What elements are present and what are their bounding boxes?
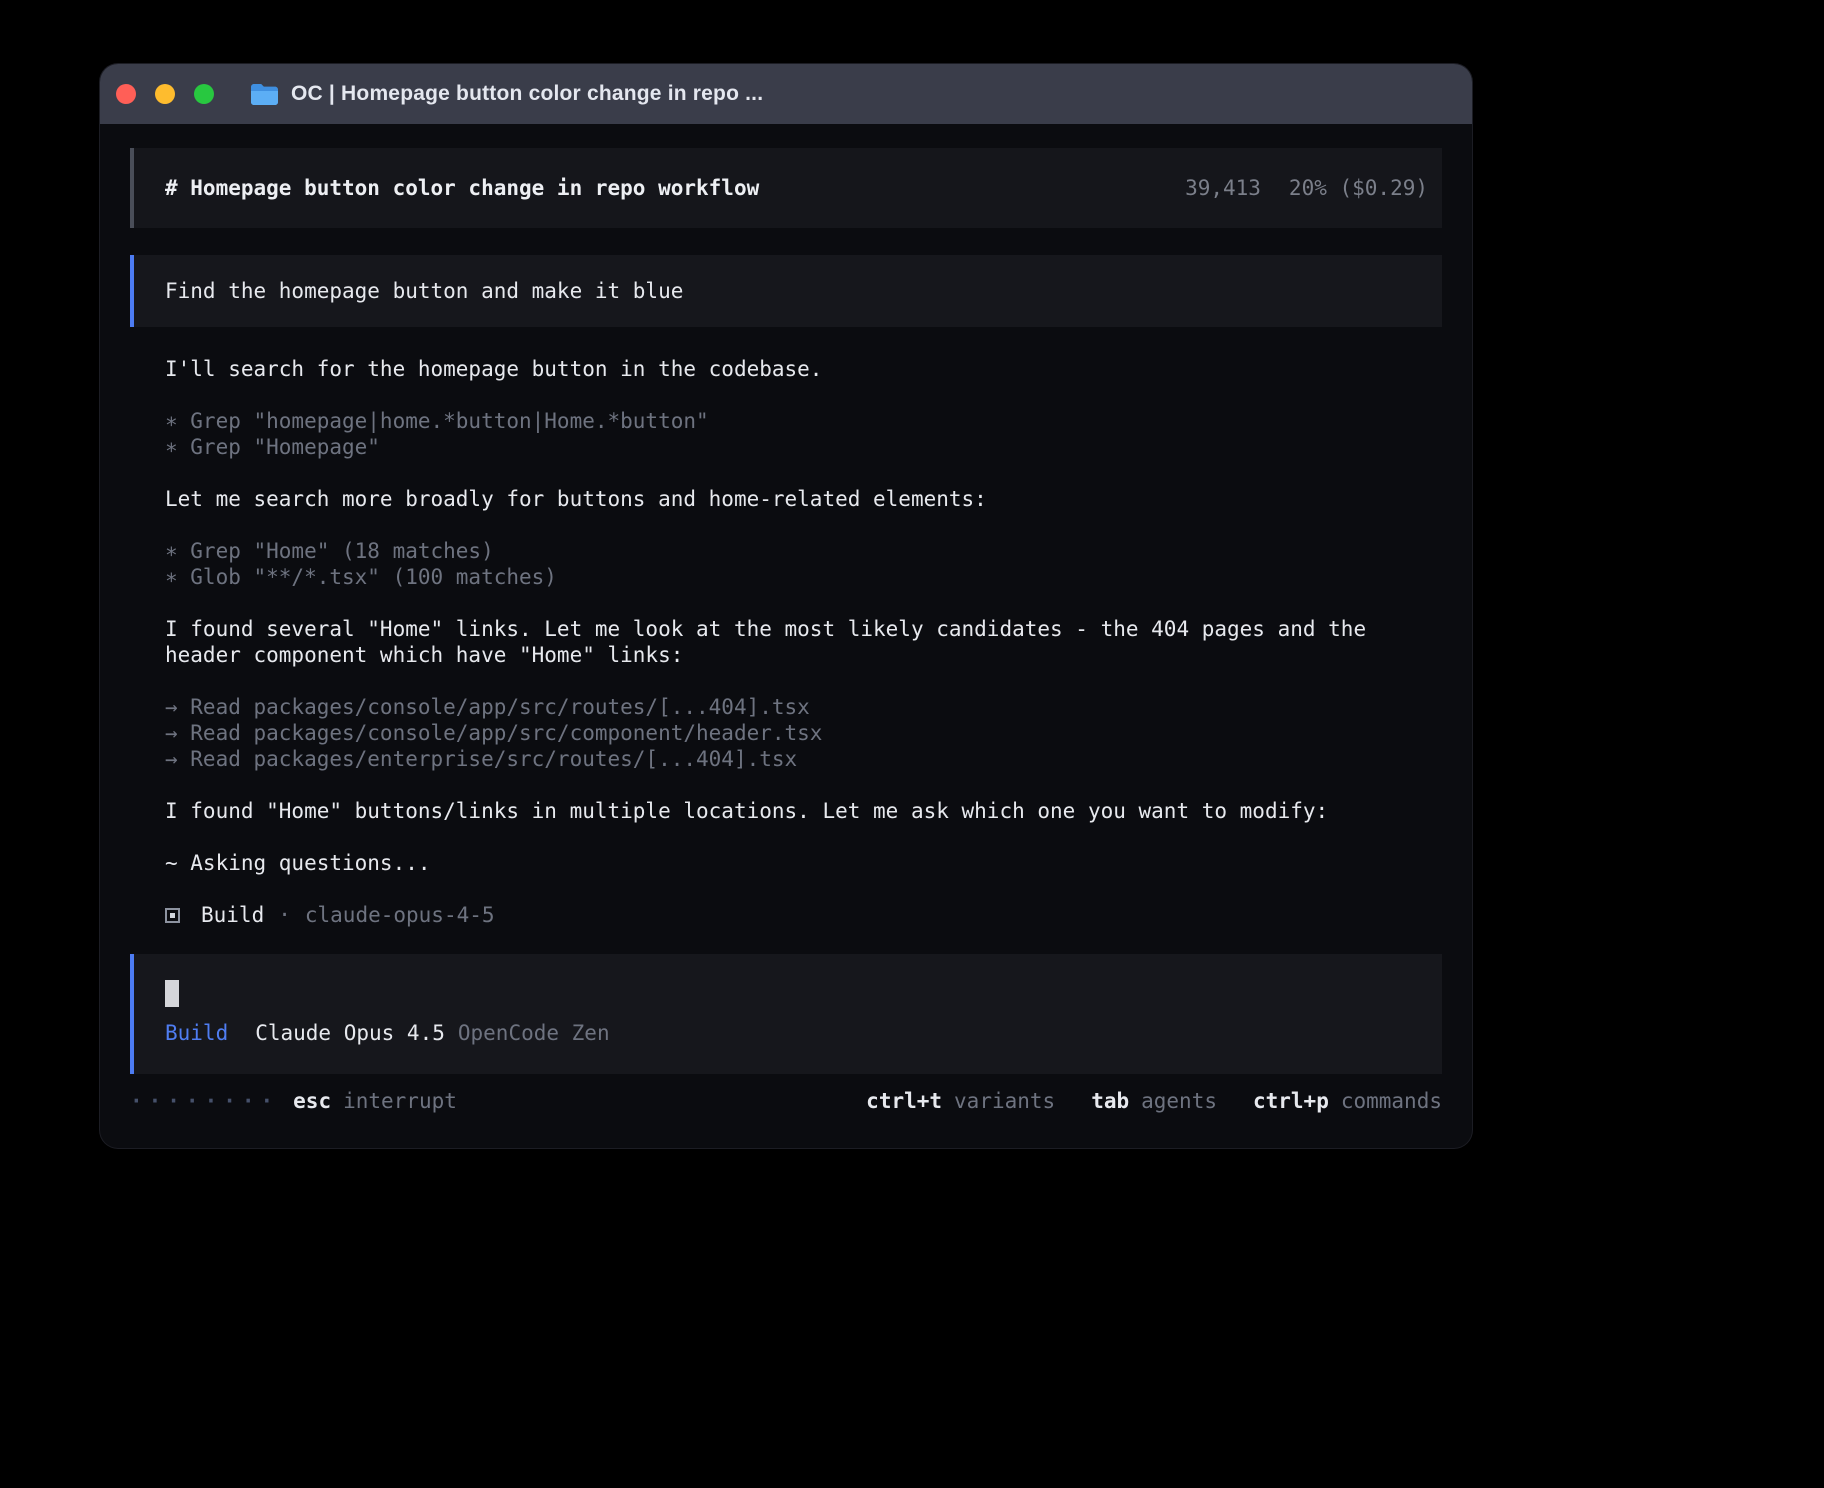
window-title: OC | Homepage button color change in rep… xyxy=(291,82,763,106)
text-cursor xyxy=(165,980,179,1007)
agent-status-row: Build · claude-opus-4-5 xyxy=(165,902,1440,928)
tool-call-line: ∗ Grep "Homepage" xyxy=(165,434,1440,460)
user-message: Find the homepage button and make it blu… xyxy=(130,255,1442,327)
commands-hint: ctrl+p commands xyxy=(1253,1088,1442,1114)
minimize-button[interactable] xyxy=(155,84,175,104)
terminal-window: OC | Homepage button color change in rep… xyxy=(100,64,1472,1148)
status-separator: · xyxy=(278,902,291,928)
variants-key: ctrl+t xyxy=(866,1088,942,1114)
input-mode-line: Build Claude Opus 4.5 OpenCode Zen xyxy=(165,1020,1411,1046)
build-agent-icon xyxy=(165,908,180,923)
agents-label: agents xyxy=(1141,1088,1217,1114)
zoom-button[interactable] xyxy=(194,84,214,104)
session-title: # Homepage button color change in repo w… xyxy=(165,175,759,201)
window-titlebar[interactable]: OC | Homepage button color change in rep… xyxy=(100,64,1472,124)
assistant-status-line: ~ Asking questions... xyxy=(165,850,1440,876)
token-count: 39,413 xyxy=(1185,176,1261,200)
user-message-text: Find the homepage button and make it blu… xyxy=(165,278,683,304)
input-model-label: Claude Opus 4.5 xyxy=(255,1020,445,1046)
tool-call-line: → Read packages/enterprise/src/routes/[.… xyxy=(165,746,1440,772)
prompt-input[interactable]: Build Claude Opus 4.5 OpenCode Zen xyxy=(130,954,1442,1074)
folder-icon xyxy=(251,84,278,105)
model-name: claude-opus-4-5 xyxy=(305,902,495,928)
input-provider-label: OpenCode Zen xyxy=(458,1020,610,1046)
input-agent-label: Build xyxy=(165,1020,228,1046)
commands-key: ctrl+p xyxy=(1253,1088,1329,1114)
status-bar-right: ctrl+t variants tab agents ctrl+p comman… xyxy=(866,1088,1442,1114)
assistant-transcript: I'll search for the homepage button in t… xyxy=(130,356,1442,928)
spinner-dots-icon: ········ xyxy=(130,1088,279,1114)
context-usage: 20% ($0.29) xyxy=(1289,176,1428,200)
assistant-text-line: I found several "Home" links. Let me loo… xyxy=(165,616,1440,668)
session-header: # Homepage button color change in repo w… xyxy=(130,148,1442,228)
status-bar: ········ esc interrupt ctrl+t variants t… xyxy=(130,1088,1442,1114)
interrupt-label: interrupt xyxy=(343,1088,457,1114)
agents-key: tab xyxy=(1091,1088,1129,1114)
assistant-text-line: Let me search more broadly for buttons a… xyxy=(165,486,1440,512)
variants-label: variants xyxy=(954,1088,1055,1114)
tool-call-line: → Read packages/console/app/src/routes/[… xyxy=(165,694,1440,720)
esc-key-hint: esc xyxy=(293,1088,331,1114)
agent-name: Build xyxy=(201,902,264,928)
variants-hint: ctrl+t variants xyxy=(866,1088,1055,1114)
close-button[interactable] xyxy=(116,84,136,104)
tool-call-line: ∗ Grep "homepage|home.*button|Home.*butt… xyxy=(165,408,1440,434)
assistant-text-line: I'll search for the homepage button in t… xyxy=(165,356,1440,382)
commands-label: commands xyxy=(1341,1088,1442,1114)
tool-call-line: → Read packages/console/app/src/componen… xyxy=(165,720,1440,746)
terminal-content: # Homepage button color change in repo w… xyxy=(100,124,1472,1114)
agents-hint: tab agents xyxy=(1091,1088,1217,1114)
status-bar-left: ········ esc interrupt xyxy=(130,1088,457,1114)
tool-call-line: ∗ Glob "**/*.tsx" (100 matches) xyxy=(165,564,1440,590)
assistant-text-line: I found "Home" buttons/links in multiple… xyxy=(165,798,1440,824)
tool-call-line: ∗ Grep "Home" (18 matches) xyxy=(165,538,1440,564)
session-stats: 39,413 20% ($0.29) xyxy=(1185,175,1428,201)
